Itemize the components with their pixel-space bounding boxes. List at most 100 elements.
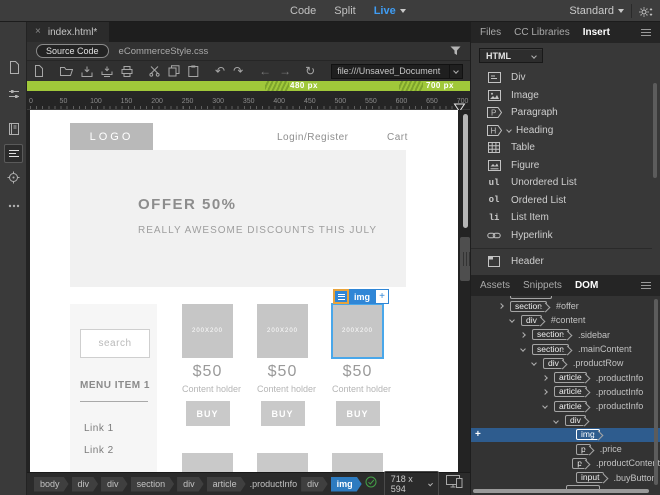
add-icon[interactable]: + [375,289,390,304]
tag-selector-div[interactable]: div [301,477,328,492]
window-size-selector[interactable]: 718 x 594 [383,471,439,495]
back-icon[interactable]: ← [259,64,271,79]
open-file-icon[interactable] [60,64,73,79]
shop-offer-banner[interactable]: OFFER 50% REALLY AWESOME DISCOUNTS THIS … [70,150,406,287]
collapse-arrow-icon[interactable] [520,346,532,352]
shop-logo[interactable]: LOGO [70,123,153,150]
shop-link-1[interactable]: Link 1 [84,423,114,434]
cut-icon[interactable] [149,64,160,79]
dom-tag-box[interactable]: div [565,415,586,427]
dom-tag-box[interactable]: p [576,443,591,455]
tag-selector-img[interactable]: img [331,477,362,492]
collapse-arrow-icon[interactable] [531,360,543,367]
dom-node-article-productInfo[interactable]: article .productInfo [471,385,660,399]
shop-link-2[interactable]: Link 2 [84,445,114,456]
insert-item-header[interactable]: Header [471,253,652,271]
tab-files[interactable]: Files [480,27,501,38]
buy-button[interactable]: BUY [260,401,305,426]
new-file-icon[interactable] [34,64,44,79]
dom-tag-box[interactable]: article [554,372,587,384]
insert-item-hyperlink[interactable]: Hyperlink [471,227,652,245]
tag-selector-div[interactable]: div [72,477,99,492]
tab-assets[interactable]: Assets [480,280,510,291]
dom-tag-box[interactable]: section [532,343,569,355]
refresh-icon[interactable]: ↻ [305,64,315,79]
chevron-down-icon[interactable] [449,64,462,78]
save-icon[interactable] [81,64,93,79]
save-all-icon[interactable] [101,64,113,79]
dom-tag-box[interactable]: section [510,300,547,312]
outline-panel-icon[interactable] [4,144,23,163]
shop-search-input[interactable] [80,329,150,358]
panel-menu-icon[interactable] [641,29,651,36]
dom-tag-box[interactable]: article [554,400,587,412]
add-element-icon[interactable]: + [475,429,481,440]
address-bar[interactable]: file:///Unsaved_Document [331,63,463,79]
tag-selector-body[interactable]: body [34,477,69,492]
insert-item-table[interactable]: Table [471,139,652,157]
insert-item-heading[interactable]: H Heading [471,122,652,140]
source-code-button[interactable]: Source Code [36,44,109,58]
dom-tag-box[interactable]: div [521,314,542,326]
insert-scrollbar[interactable] [653,83,657,178]
product-image-placeholder[interactable]: 200X200 [331,303,384,359]
paste-icon[interactable] [188,64,199,79]
tab-insert[interactable]: Insert [583,27,610,38]
related-file-link[interactable]: eCommerceStyle.css [119,46,209,57]
css-designer-icon[interactable] [4,119,23,138]
dom-tag-box[interactable]: div [543,357,564,369]
dom-horizontal-scrollbar[interactable] [473,489,649,493]
panel-menu-icon[interactable] [641,282,651,289]
insert-item-paragraph[interactable]: P Paragraph [471,104,652,122]
product-image-placeholder[interactable]: 200X200 [182,304,233,358]
insert-item-unordered-list[interactable]: ul Unordered List [471,174,652,192]
insert-item-image[interactable]: Image [471,87,652,105]
shop-login-link[interactable]: Login/Register [277,132,348,143]
forward-icon[interactable]: → [279,64,291,79]
collapse-arrow-icon[interactable] [553,417,565,424]
expand-arrow-icon[interactable] [498,303,510,309]
copy-icon[interactable] [168,64,180,79]
more-options-icon[interactable] [4,196,23,215]
insert-category-select[interactable]: HTML [479,48,543,63]
shop-cart-link[interactable]: Cart [387,132,408,143]
insert-item-list-item[interactable]: li List Item [471,209,652,227]
panel-splitter-handle[interactable] [460,237,470,281]
insert-item-div[interactable]: Div [471,69,652,87]
dom-node-p-price[interactable]: p .price [471,442,660,456]
dom-node-section-offer[interactable]: section #offer [471,299,660,313]
dom-tag-box[interactable]: p [572,457,587,469]
buy-button[interactable]: BUY [335,401,380,426]
insert-item-ordered-list[interactable]: ol Ordered List [471,192,652,210]
view-split-button[interactable]: Split [334,5,355,17]
dom-node-section-mainContent[interactable]: section .mainContent [471,342,660,356]
undo-icon[interactable]: ↶ [215,64,225,79]
collapse-arrow-icon[interactable] [509,317,521,324]
workspace-switcher[interactable]: Standard [569,0,624,22]
open-documents-icon[interactable] [4,58,23,77]
dom-node-p-productContent[interactable]: p .productContent [471,456,660,470]
document-tab[interactable]: × index.html* [27,22,110,42]
expand-arrow-icon[interactable] [542,374,554,381]
expand-arrow-icon[interactable] [520,331,532,338]
tag-selector-div[interactable]: div [101,477,128,492]
dom-tag-box[interactable]: input [576,472,605,484]
chevron-down-icon[interactable] [506,127,512,134]
dom-node-section-sidebar[interactable]: section .sidebar [471,328,660,342]
element-display-badge[interactable]: img + [333,289,390,304]
tag-selector-article[interactable]: article [207,477,246,492]
dom-node-div[interactable]: div [471,413,660,427]
element-tag-label[interactable]: img [349,289,376,304]
dom-node-div-productRow[interactable]: div .productRow [471,356,660,370]
collapse-arrow-icon[interactable] [542,403,554,410]
tab-cc-libraries[interactable]: CC Libraries [514,27,570,38]
product-image-placeholder-row2[interactable] [182,453,233,472]
product-image-placeholder-row2[interactable] [257,453,308,472]
product-image-placeholder-row2[interactable] [332,453,383,472]
lint-ok-icon[interactable] [365,475,377,493]
expand-arrow-icon[interactable] [542,389,554,395]
dom-tag-box[interactable]: article [554,386,587,398]
file-management-icon[interactable] [4,84,23,103]
close-icon[interactable]: × [35,27,41,37]
element-quick-menu-icon[interactable] [333,289,349,304]
